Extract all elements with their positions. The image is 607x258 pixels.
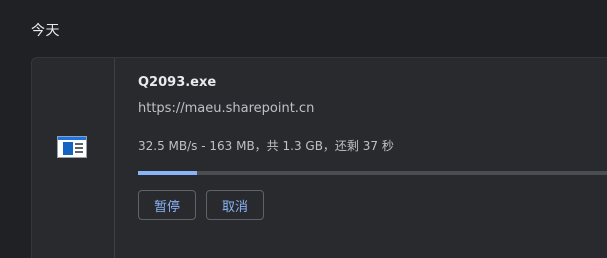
download-icon-column — [32, 58, 115, 258]
pause-button[interactable]: 暂停 — [138, 190, 196, 220]
download-progress-bar — [138, 171, 607, 175]
download-progress-fill — [138, 171, 197, 175]
download-source-url[interactable]: https://maeu.sharepoint.cn — [138, 101, 314, 116]
download-item: Q2093.exe https://maeu.sharepoint.cn 32.… — [31, 57, 607, 258]
cancel-button[interactable]: 取消 — [206, 190, 264, 220]
section-title: 今天 — [31, 23, 60, 39]
exe-file-icon — [57, 136, 87, 158]
download-status-text: 32.5 MB/s - 163 MB，共 1.3 GB，还剩 37 秒 — [138, 139, 394, 153]
download-file-name[interactable]: Q2093.exe — [138, 75, 216, 90]
